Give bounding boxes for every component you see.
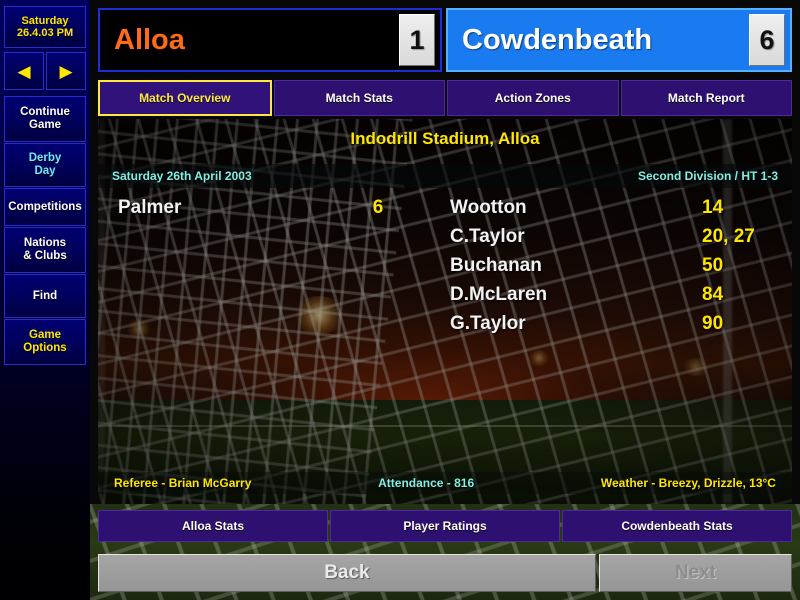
sidebar-item-label: Game Options (23, 329, 67, 354)
weather-info: Weather - Breezy, Drizzle, 13°C (600, 476, 776, 490)
goalscorer-name: G.Taylor (450, 313, 526, 334)
back-button[interactable]: Back (98, 554, 596, 592)
match-meta-bar: Saturday 26th April 2003 Second Division… (98, 164, 792, 188)
back-arrow-icon[interactable]: ◀ (4, 52, 44, 90)
stats-button-row: Alloa Stats Player Ratings Cowdenbeath S… (98, 510, 792, 542)
goalscorer-name: C.Taylor (450, 226, 525, 247)
away-goalscorers-column: Wootton 14 C.Taylor 20, 27 Buchanan 50 D… (450, 197, 780, 342)
sidebar: Saturday 26.4.03 PM ◀ ▶ Continue Game De… (0, 0, 90, 600)
main-panel: Alloa 1 Cowdenbeath 6 Match Overview Mat… (90, 0, 800, 600)
home-team-panel[interactable]: Alloa 1 (98, 8, 442, 72)
goalscorer-name: Buchanan (450, 255, 542, 276)
goalscorer-minutes: 90 (702, 313, 724, 334)
goalscorer-row: D.McLaren 84 (450, 284, 780, 313)
goalscorer-row: C.Taylor 20, 27 (450, 226, 780, 255)
sidebar-item-game-options[interactable]: Game Options (4, 319, 86, 365)
sidebar-date-day: Saturday (21, 14, 69, 27)
tab-bar: Match Overview Match Stats Action Zones … (98, 80, 792, 116)
sidebar-item-label: Nations & Clubs (23, 237, 67, 262)
attendance-info: Attendance - 816 (378, 476, 475, 490)
home-team-score: 1 (399, 14, 435, 66)
home-goalscorers-column: Palmer 6 (118, 197, 408, 226)
navigation-button-row: Back Next (98, 554, 792, 592)
home-team-name: Alloa (114, 23, 185, 56)
goalscorer-minutes: 14 (702, 197, 724, 218)
goalscorer-row: G.Taylor 90 (450, 313, 780, 342)
away-team-name: Cowdenbeath (462, 23, 653, 56)
sidebar-date-value: 26.4.03 PM (16, 27, 74, 39)
tab-action-zones[interactable]: Action Zones (447, 80, 619, 116)
referee-info: Referee - Brian McGarry (114, 476, 252, 490)
match-details-bar: Referee - Brian McGarry Attendance - 816… (98, 472, 792, 494)
sidebar-item-label: Find (32, 289, 58, 302)
sidebar-nav-arrows: ◀ ▶ (4, 52, 86, 90)
goalscorer-minutes: 84 (702, 284, 724, 305)
sidebar-date-panel[interactable]: Saturday 26.4.03 PM (4, 6, 86, 48)
sidebar-item-find[interactable]: Find (4, 274, 86, 318)
away-team-panel[interactable]: Cowdenbeath 6 (446, 8, 792, 72)
scoreline-header: Alloa 1 Cowdenbeath 6 (98, 8, 792, 72)
next-button[interactable]: Next (598, 554, 792, 592)
stadium-name: Indodrill Stadium, Alloa (350, 129, 540, 148)
goalscorer-name: D.McLaren (450, 284, 548, 305)
goalscorer-row: Wootton 14 (450, 197, 780, 226)
tab-match-report[interactable]: Match Report (620, 80, 792, 116)
goalscorer-name: Wootton (450, 197, 527, 218)
away-team-stats-button[interactable]: Cowdenbeath Stats (562, 510, 792, 542)
home-team-stats-button[interactable]: Alloa Stats (98, 510, 328, 542)
sidebar-item-competitions[interactable]: Competitions (4, 188, 86, 226)
sidebar-item-label: Competitions (8, 200, 82, 213)
tab-match-stats[interactable]: Match Stats (273, 80, 445, 116)
goalscorer-name: Palmer (118, 197, 182, 218)
away-team-score: 6 (749, 14, 785, 66)
forward-arrow-icon[interactable]: ▶ (46, 52, 86, 90)
match-overview-screen: Saturday 26.4.03 PM ◀ ▶ Continue Game De… (0, 0, 800, 600)
sidebar-item-label: Derby Day (28, 152, 62, 177)
goalscorer-row: Palmer 6 (118, 197, 408, 226)
sidebar-item-nations-and-clubs[interactable]: Nations & Clubs (4, 227, 86, 273)
goalscorer-row: Buchanan 50 (450, 255, 780, 284)
sidebar-item-continue-game[interactable]: Continue Game (4, 96, 86, 142)
match-overview-content: Indodrill Stadium, Alloa Saturday 26th A… (98, 119, 792, 504)
tab-match-overview[interactable]: Match Overview (98, 80, 272, 116)
player-ratings-button[interactable]: Player Ratings (330, 510, 560, 542)
match-date: Saturday 26th April 2003 (112, 169, 252, 183)
goalscorer-minutes: 6 (372, 197, 384, 218)
sidebar-item-label: Continue Game (20, 106, 70, 131)
goalscorer-minutes: 50 (702, 255, 724, 276)
sidebar-item-derby-day[interactable]: Derby Day (4, 143, 86, 187)
goalscorer-minutes: 20, 27 (702, 226, 755, 247)
competition-and-halftime: Second Division / HT 1-3 (637, 169, 778, 183)
